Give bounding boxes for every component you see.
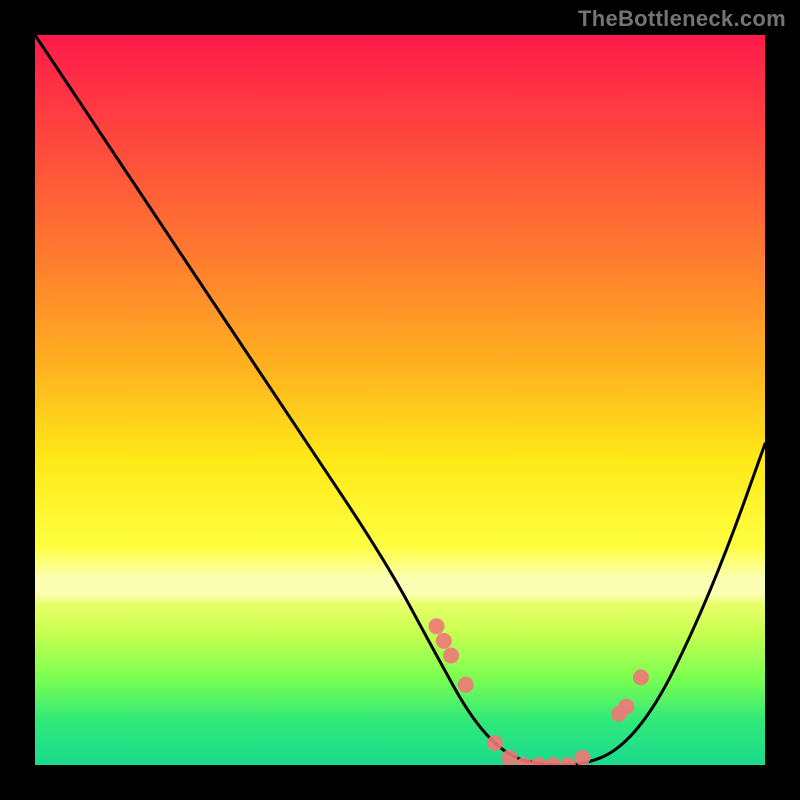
marker-point [443,648,459,664]
marker-point [633,669,649,685]
marker-point [545,757,561,765]
plot-area [35,35,765,765]
curve-layer [35,35,765,765]
chart-frame: TheBottleneck.com [0,0,800,800]
curve-markers [429,618,649,765]
marker-point [487,735,503,751]
watermark-text: TheBottleneck.com [578,6,786,32]
marker-point [618,699,634,715]
marker-point [458,677,474,693]
marker-point [436,633,452,649]
marker-point [560,757,576,765]
bottleneck-curve [35,35,765,765]
marker-point [575,750,591,765]
marker-point [502,750,518,765]
marker-point [531,757,547,765]
marker-point [429,618,445,634]
